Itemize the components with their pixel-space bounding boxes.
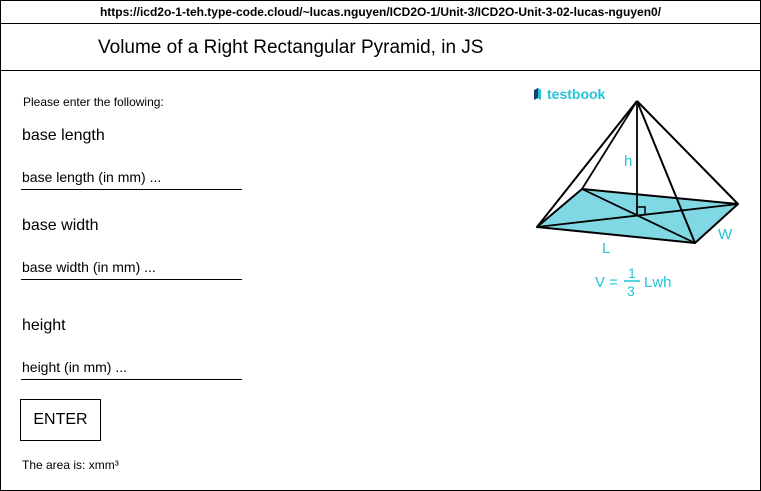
height-symbol: h	[624, 153, 632, 170]
enter-button[interactable]: ENTER	[20, 399, 101, 441]
volume-formula: V = 1 3 Lwh	[595, 265, 672, 299]
base-width-label: base width	[22, 217, 99, 234]
svg-text:1: 1	[628, 265, 636, 281]
logo-text: testbook	[547, 86, 606, 102]
width-symbol: W	[718, 226, 733, 243]
result-text: The area is: xmm³	[22, 458, 119, 472]
svg-text:V =: V =	[595, 274, 618, 291]
testbook-logo: testbook	[534, 86, 606, 102]
length-symbol: L	[602, 240, 610, 257]
page-title: Volume of a Right Rectangular Pyramid, i…	[98, 37, 484, 58]
address-bar[interactable]: https://icd2o-1-teh.type-code.cloud/~luc…	[1, 1, 760, 24]
svg-text:3: 3	[627, 283, 635, 299]
base-width-input[interactable]	[21, 255, 242, 280]
height-input[interactable]	[21, 355, 242, 380]
height-label: height	[22, 317, 66, 334]
pyramid-figure: testbook h L W V = 1 3 Lwh	[525, 82, 755, 307]
page-header: Volume of a Right Rectangular Pyramid, i…	[1, 24, 760, 71]
pyramid-diagram: testbook h L W V = 1 3 Lwh	[534, 86, 739, 299]
form-prompt: Please enter the following:	[23, 95, 164, 109]
base-length-input[interactable]	[21, 165, 242, 190]
svg-text:Lwh: Lwh	[644, 274, 672, 291]
url-text: https://icd2o-1-teh.type-code.cloud/~luc…	[99, 5, 662, 19]
base-length-label: base length	[22, 127, 105, 144]
